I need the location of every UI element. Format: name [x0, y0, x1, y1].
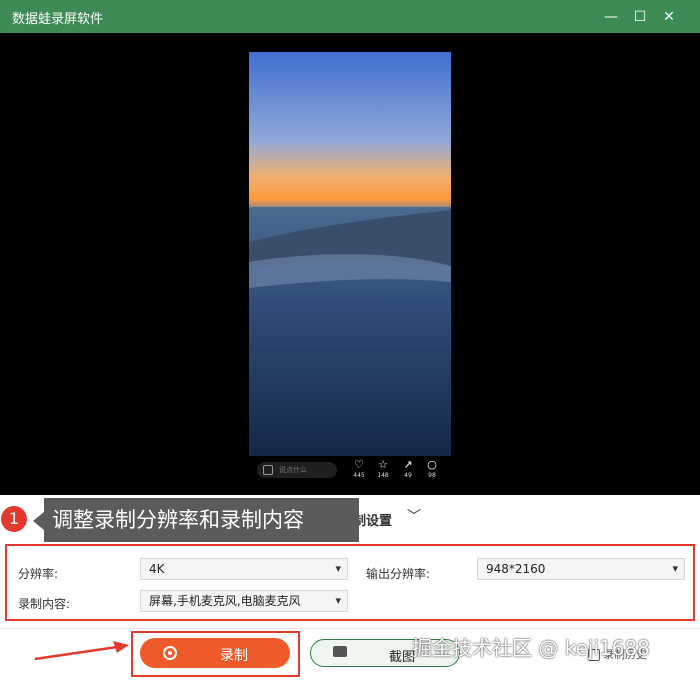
annotation-callout: 调整录制分辨率和录制内容 [44, 498, 359, 542]
pointer-arrow [34, 641, 129, 661]
output-resolution-select[interactable]: 948*2160 ▾ [477, 558, 685, 580]
like-count: 445 [353, 472, 365, 479]
chevron-down-icon: ▾ [335, 594, 341, 607]
chevron-down-icon[interactable]: ﹀ [407, 506, 421, 526]
preview-area: 说点什么 ♡ 445 ☆ 148 ↗ 49 ○ 98 [0, 33, 700, 495]
comment-input[interactable]: 说点什么 [257, 462, 337, 478]
output-resolution-value: 948*2160 [486, 562, 546, 576]
resolution-label: 分辨率: [18, 567, 59, 581]
app-title: 数据蛙录屏软件 [12, 12, 104, 27]
comment-count: 98 [428, 472, 436, 479]
minimize-icon[interactable]: — [600, 6, 622, 28]
comment-action[interactable]: ○ 98 [422, 459, 442, 480]
star-icon: ☆ [378, 458, 388, 471]
output-resolution-label: 输出分辨率: [366, 567, 431, 581]
step-number-badge: 1 [1, 506, 27, 532]
record-content-select[interactable]: 屏幕,手机麦克风,电脑麦克风 ▾ [140, 590, 348, 612]
comment-box-icon [263, 465, 273, 475]
favorite-action[interactable]: ☆ 148 [373, 459, 393, 480]
comment-placeholder: 说点什么 [279, 466, 307, 474]
title-bar: 数据蛙录屏软件 — ☐ ✕ [0, 0, 700, 33]
watermark: 掘金技术社区 @ keji1688 [412, 636, 650, 660]
favorite-count: 148 [377, 472, 389, 479]
record-label: 录制 [220, 648, 248, 664]
phone-screen-preview [249, 52, 451, 456]
share-count: 49 [404, 472, 412, 479]
chevron-down-icon: ▾ [672, 562, 678, 575]
share-action[interactable]: ↗ 49 [398, 459, 418, 480]
like-action[interactable]: ♡ 445 [349, 459, 369, 480]
record-content-value: 屏幕,手机麦克风,电脑麦克风 [149, 594, 301, 608]
record-button[interactable]: 录制 [140, 638, 290, 668]
settings-panel-highlight [5, 544, 695, 621]
record-content-label: 录制内容: [18, 597, 71, 611]
close-icon[interactable]: ✕ [658, 6, 680, 28]
callout-pointer [33, 512, 44, 530]
maximize-icon[interactable]: ☐ [629, 6, 651, 28]
resolution-value: 4K [149, 562, 165, 576]
video-action-bar: 说点什么 ♡ 445 ☆ 148 ↗ 49 ○ 98 [249, 456, 451, 488]
camera-icon [333, 646, 347, 657]
chevron-down-icon: ▾ [335, 562, 341, 575]
share-icon: ↗ [403, 458, 413, 471]
beach-sunset-image [249, 52, 451, 456]
heart-icon: ♡ [354, 458, 364, 471]
comment-icon: ○ [427, 458, 437, 471]
record-dot [168, 651, 172, 655]
resolution-select[interactable]: 4K ▾ [140, 558, 348, 580]
